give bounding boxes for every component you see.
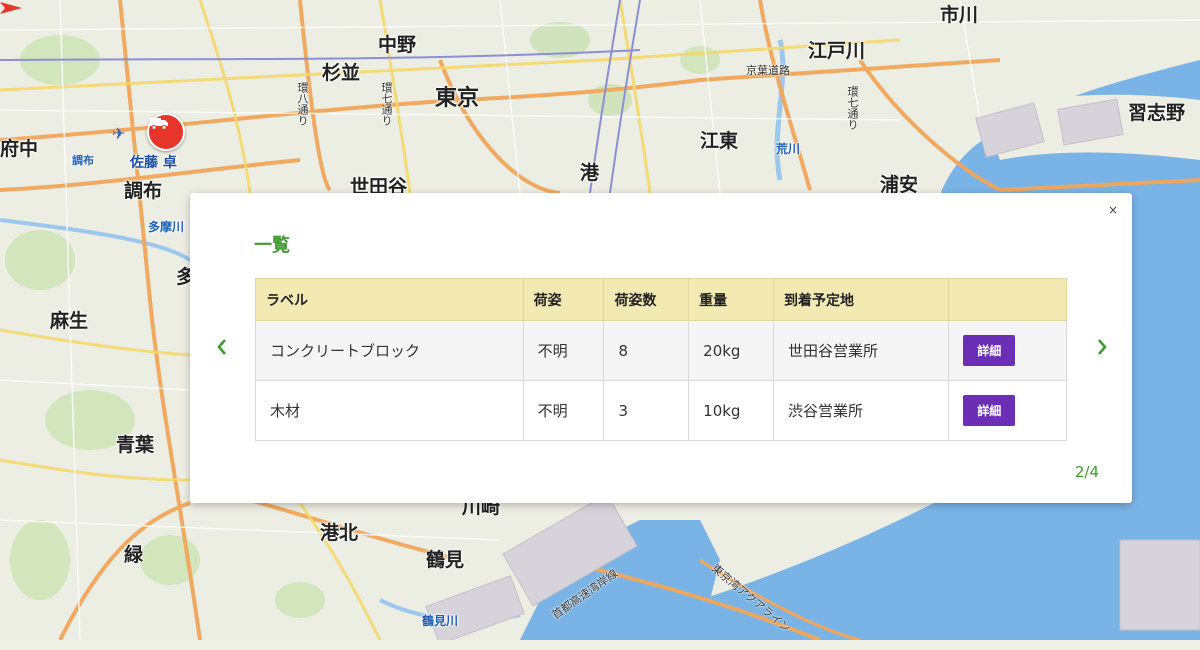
chevron-right-icon [1098,339,1107,355]
column-header-destination: 到着予定地 [773,278,950,321]
page-indicator: 2/4 [1074,463,1099,481]
chevron-left-icon [217,339,226,355]
cell-count: 3 [603,380,690,441]
cell-weight: 20kg [688,320,775,381]
cell-label: 木材 [255,380,524,441]
column-header-action [948,278,1067,321]
truck-icon [150,118,168,130]
direction-arrow-icon [0,2,22,14]
road-label: 京葉道路 [746,64,790,77]
driver-name-label: 佐藤 卓 [130,155,177,171]
column-header-count: 荷姿数 [603,278,690,321]
column-header-label: ラベル [255,278,524,321]
place-label: 府中 [0,138,39,160]
cell-label: コンクリートブロック [255,320,524,381]
place-label: 麻生 [50,310,89,332]
place-label: 習志野 [1128,102,1186,124]
close-icon[interactable]: × [1108,203,1118,217]
detail-button[interactable]: 詳細 [963,335,1016,366]
cell-action: 詳細 [948,380,1067,441]
road-label: 環七通り [380,82,393,126]
cell-packaging: 不明 [522,380,605,441]
river-label: 多摩川 [148,220,185,234]
place-label: 調布 [124,180,163,202]
road-label: 環七通り [846,86,859,130]
place-label: 港北 [320,522,359,544]
previous-page-button[interactable] [210,333,234,361]
river-label: 荒川 [776,142,801,156]
place-label: 青葉 [116,434,155,456]
table-header-row: ラベル 荷姿 荷姿数 重量 到着予定地 [255,278,1067,321]
cargo-table: ラベル 荷姿 荷姿数 重量 到着予定地 コンクリートブロック 不明 8 20kg… [255,278,1067,441]
cell-count: 8 [603,320,690,381]
cell-packaging: 不明 [522,320,605,381]
place-label: 東京 [435,86,480,111]
detail-button[interactable]: 詳細 [963,395,1016,426]
column-header-packaging: 荷姿 [522,278,605,321]
place-label: 緑 [124,544,144,566]
airport-icon: ✈ [112,124,126,143]
cell-weight: 10kg [688,380,775,441]
table-row: コンクリートブロック 不明 8 20kg 世田谷営業所 詳細 [255,320,1067,381]
place-label: 中野 [378,34,417,56]
table-row: 木材 不明 3 10kg 渋谷営業所 詳細 [255,380,1067,441]
cell-destination: 渋谷営業所 [773,380,950,441]
place-label: 調布 [72,154,94,167]
place-label: 鶴見 [426,549,465,571]
place-label: 港 [580,162,600,184]
place-label: 市川 [940,4,979,26]
vehicle-marker[interactable] [147,113,185,151]
place-label: 江戸川 [808,40,866,62]
river-label: 鶴見川 [422,614,459,628]
cell-destination: 世田谷営業所 [773,320,950,381]
cargo-list-modal: × 一覧 ラベル 荷姿 荷姿数 重量 到着予定地 コンクリートブロック 不明 8… [190,193,1132,503]
road-label: 環八通り [296,82,309,126]
place-label: 杉並 [322,62,361,84]
column-header-weight: 重量 [688,278,775,321]
place-label: 江東 [700,130,739,152]
next-page-button[interactable] [1090,333,1114,361]
cell-action: 詳細 [948,320,1067,381]
modal-title: 一覧 [254,235,290,256]
